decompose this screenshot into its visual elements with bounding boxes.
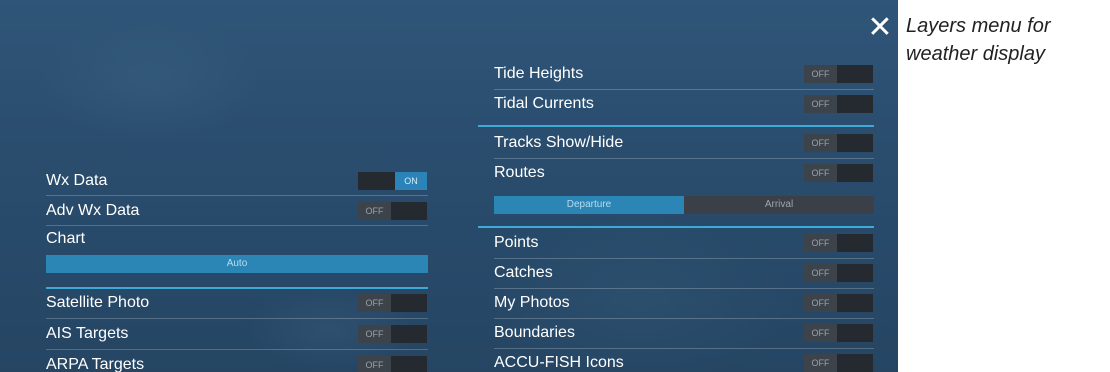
toggle-state: OFF [358, 294, 391, 312]
close-icon[interactable]: ✕ [866, 13, 894, 43]
toggle-state: OFF [804, 354, 837, 372]
toggle-state: OFF [804, 134, 837, 152]
wx-data-toggle[interactable]: ON [358, 172, 427, 190]
points-toggle[interactable]: OFF [804, 234, 873, 252]
layer-item-chart: Chart [46, 224, 428, 254]
section-divider [478, 125, 874, 127]
tidal-currents-toggle[interactable]: OFF [804, 95, 873, 113]
toggle-state: ON [395, 172, 427, 190]
toggle-state: OFF [804, 324, 837, 342]
routes-toggle[interactable]: OFF [804, 164, 873, 182]
toggle-state: OFF [804, 65, 837, 83]
toggle-state: OFF [804, 264, 837, 282]
tide-heights-toggle[interactable]: OFF [804, 65, 873, 83]
accu-fish-icons-toggle[interactable]: OFF [804, 354, 873, 372]
boundaries-toggle[interactable]: OFF [804, 324, 873, 342]
routes-view-selector[interactable]: Departure Arrival [494, 196, 874, 214]
tracks-toggle[interactable]: OFF [804, 134, 873, 152]
chart-mode-auto[interactable]: Auto [46, 255, 428, 273]
layers-menu-screen: ✕ Wx Data ON Adv Wx Data OFF Chart Auto … [0, 0, 898, 372]
routes-option-departure[interactable]: Departure [494, 196, 684, 214]
toggle-state: OFF [804, 95, 837, 113]
ais-targets-toggle[interactable]: OFF [358, 325, 427, 343]
toggle-state: OFF [804, 234, 837, 252]
arpa-targets-toggle[interactable]: OFF [358, 356, 427, 372]
toggle-state: OFF [804, 294, 837, 312]
caption-line-2: weather display [906, 43, 1045, 65]
toggle-state: OFF [804, 164, 837, 182]
catches-toggle[interactable]: OFF [804, 264, 873, 282]
figure-caption: Layers menu for weather display [906, 12, 1106, 68]
my-photos-toggle[interactable]: OFF [804, 294, 873, 312]
toggle-state: OFF [358, 325, 391, 343]
layer-label: Chart [46, 230, 86, 247]
routes-option-arrival[interactable]: Arrival [684, 196, 874, 214]
toggle-state: OFF [358, 202, 391, 220]
adv-wx-data-toggle[interactable]: OFF [358, 202, 427, 220]
satellite-photo-toggle[interactable]: OFF [358, 294, 427, 312]
chart-mode-selector[interactable]: Auto [46, 255, 428, 273]
toggle-state: OFF [358, 356, 391, 372]
caption-line-1: Layers menu for [906, 15, 1051, 37]
